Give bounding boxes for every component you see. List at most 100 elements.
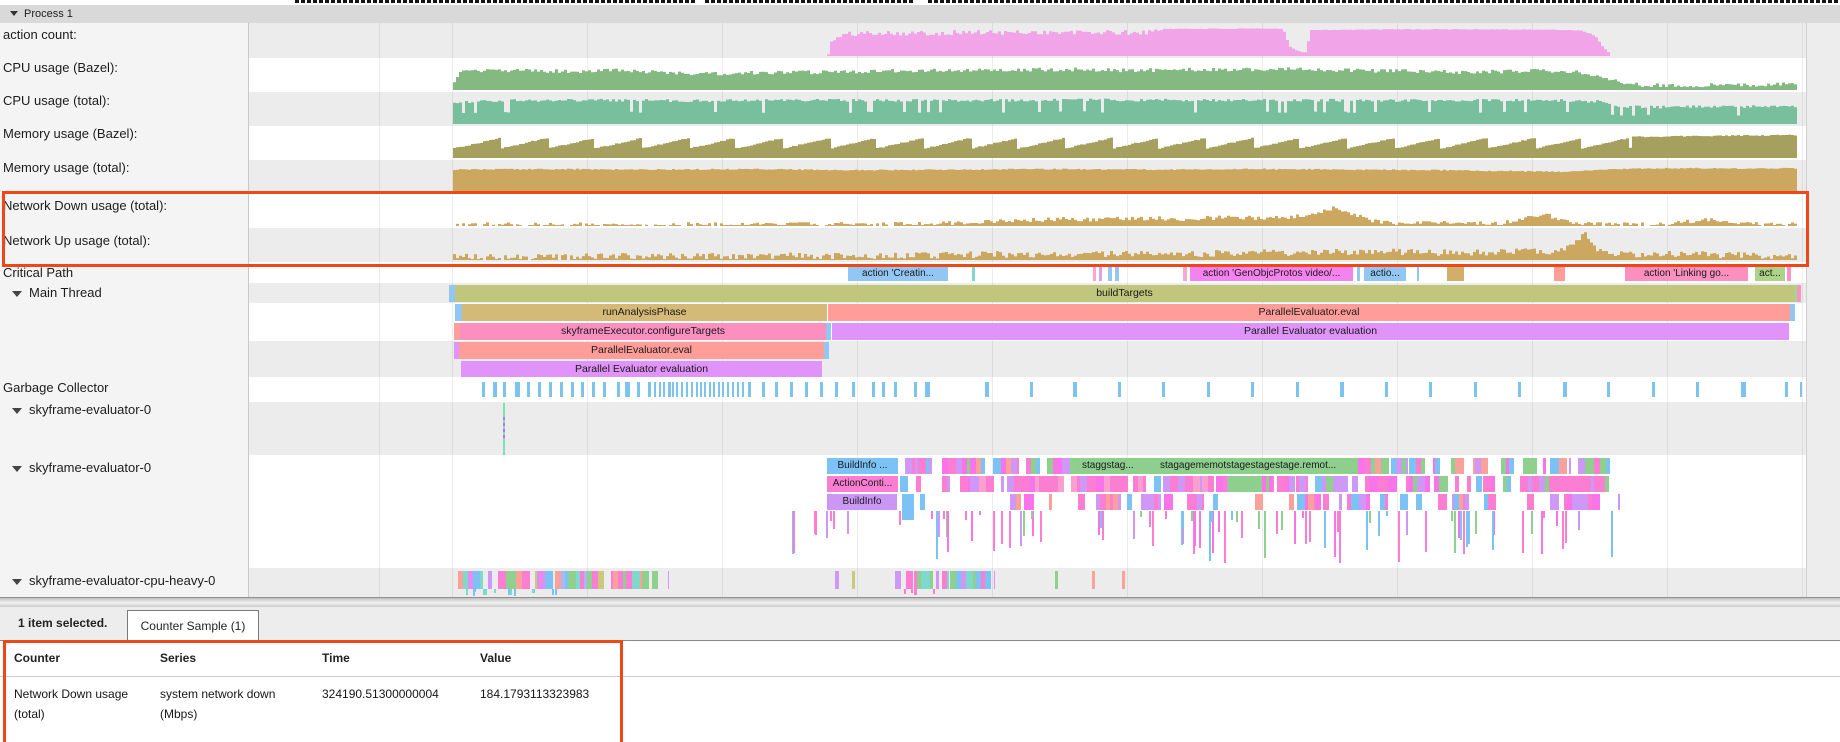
trace-slice[interactable] — [568, 571, 576, 589]
trace-slice-drip[interactable] — [931, 511, 933, 519]
gc-event-tick[interactable] — [668, 382, 671, 397]
trace-slice-drip[interactable] — [947, 511, 949, 552]
sidebar-item-action-count-[interactable]: action count: — [0, 27, 249, 45]
trace-slice[interactable] — [1092, 571, 1095, 589]
trace-slice[interactable] — [1359, 494, 1366, 510]
trace-slice[interactable] — [1465, 494, 1469, 510]
trace-slice[interactable] — [644, 571, 648, 589]
trace-slice[interactable] — [1585, 458, 1592, 474]
trace-slice-drip[interactable] — [1224, 511, 1226, 563]
trace-slice-drip[interactable] — [1522, 511, 1524, 553]
trace-slice-drip[interactable] — [1211, 511, 1213, 522]
gc-event-tick[interactable] — [835, 382, 838, 397]
trace-slice[interactable] — [930, 571, 933, 589]
gc-event-tick[interactable] — [737, 382, 739, 397]
gc-event-tick[interactable] — [985, 382, 989, 397]
trace-slice-drip[interactable] — [1425, 511, 1427, 552]
trace-slice[interactable] — [537, 571, 544, 589]
trace-slice-drip[interactable] — [1463, 511, 1465, 554]
gc-event-tick[interactable] — [805, 382, 808, 397]
trace-slice-drip[interactable] — [508, 589, 510, 595]
critical-path-slice[interactable]: action 'GenObjcProtos video/... — [1190, 267, 1353, 281]
gc-event-tick[interactable] — [1652, 382, 1655, 397]
counter-chart-cpu-usage-total-[interactable] — [248, 92, 1806, 126]
timeline-ruler[interactable] — [705, 0, 915, 3]
gc-event-tick[interactable] — [894, 382, 897, 397]
trace-slice[interactable] — [498, 571, 506, 589]
trace-slice-drip[interactable] — [1531, 511, 1533, 534]
trace-slice[interactable] — [1509, 458, 1515, 474]
trace-slice-drip[interactable] — [1386, 511, 1388, 516]
timeline-ruler[interactable] — [295, 0, 695, 3]
gc-event-tick[interactable] — [681, 382, 683, 397]
trace-slice-drip[interactable] — [1236, 511, 1238, 522]
trace-slice[interactable] — [1455, 476, 1459, 492]
gc-event-tick[interactable] — [571, 382, 574, 397]
trace-slice[interactable] — [1178, 476, 1185, 492]
trace-slice-drip[interactable] — [1294, 511, 1296, 544]
collapse-arrow-icon[interactable] — [12, 466, 22, 472]
thread-slice[interactable] — [1797, 285, 1801, 302]
trace-slice-drip[interactable] — [971, 511, 973, 541]
trace-slice[interactable] — [1277, 476, 1285, 492]
trace-slice[interactable] — [1016, 494, 1020, 510]
trace-slice-drip[interactable] — [555, 589, 557, 595]
thread-slice[interactable]: buildTargets — [455, 285, 1794, 302]
trace-slice-drip[interactable] — [1475, 511, 1477, 534]
trace-slice[interactable] — [1584, 476, 1592, 492]
trace-slice[interactable] — [1049, 476, 1058, 492]
gc-event-tick[interactable] — [1474, 382, 1477, 397]
gc-event-tick[interactable] — [654, 382, 656, 397]
gc-event-tick[interactable] — [603, 382, 606, 397]
gc-event-tick[interactable] — [709, 382, 711, 397]
trace-slice-drip[interactable] — [466, 589, 468, 595]
trace-slice[interactable] — [1421, 458, 1426, 474]
trace-slice[interactable] — [1439, 476, 1448, 492]
trace-slice-drip[interactable] — [830, 511, 832, 521]
trace-slice[interactable] — [1385, 494, 1389, 510]
trace-slice[interactable] — [1400, 494, 1408, 510]
gc-event-tick[interactable] — [581, 382, 584, 397]
trace-slice-drip[interactable] — [1578, 511, 1580, 530]
trace-slice[interactable] — [1417, 476, 1425, 492]
trace-slice-drip[interactable] — [1009, 511, 1011, 548]
trace-slice[interactable] — [1388, 476, 1397, 492]
gc-event-tick[interactable] — [722, 382, 724, 397]
trace-slice-drip[interactable] — [833, 511, 835, 529]
trace-slice-drip[interactable] — [1324, 511, 1326, 548]
trace-slice[interactable] — [1213, 494, 1218, 510]
trace-slice[interactable] — [1078, 494, 1085, 510]
trace-slice[interactable] — [1532, 476, 1539, 492]
trace-slice-drip[interactable] — [1562, 511, 1564, 549]
trace-slice[interactable] — [1527, 494, 1533, 510]
counter-chart-network-down-usage-total-[interactable] — [248, 194, 1806, 228]
trace-slice-drip[interactable] — [993, 511, 995, 551]
trace-slice-drip[interactable] — [1398, 511, 1400, 562]
trace-slice[interactable] — [916, 476, 920, 492]
trace-slice[interactable] — [1026, 494, 1034, 510]
trace-slice-drip[interactable] — [1149, 511, 1151, 527]
gc-event-tick[interactable] — [686, 382, 688, 397]
gc-event-tick[interactable] — [1696, 382, 1699, 397]
gc-event-tick[interactable] — [625, 382, 630, 397]
trace-slice-drip[interactable] — [1543, 511, 1545, 518]
trace-slice[interactable] — [1483, 476, 1491, 492]
trace-slice[interactable] — [1366, 494, 1370, 510]
gc-event-tick[interactable] — [648, 382, 651, 397]
trace-slice-drip[interactable] — [483, 589, 485, 595]
trace-slice-drip[interactable] — [899, 511, 901, 525]
trace-slice-drip[interactable] — [1218, 511, 1220, 532]
trace-slice[interactable] — [1476, 476, 1481, 492]
trace-slice-drip[interactable] — [1098, 511, 1100, 535]
gc-event-tick[interactable] — [1741, 382, 1746, 397]
trace-slice[interactable] — [1369, 476, 1378, 492]
gc-event-tick[interactable] — [637, 382, 640, 397]
sidebar-item-skyframe-evaluator-cpu-heavy-0[interactable]: skyframe-evaluator-cpu-heavy-0 — [0, 573, 246, 591]
trace-slice-drip[interactable] — [1182, 511, 1184, 528]
gc-event-tick[interactable] — [515, 382, 520, 397]
gc-event-tick[interactable] — [503, 382, 506, 397]
evaluator-slice[interactable]: BuildInfo ... — [827, 458, 898, 474]
critical-path-slice[interactable] — [1417, 267, 1419, 281]
trace-slice[interactable] — [966, 571, 973, 589]
trace-slice[interactable] — [1409, 458, 1416, 474]
